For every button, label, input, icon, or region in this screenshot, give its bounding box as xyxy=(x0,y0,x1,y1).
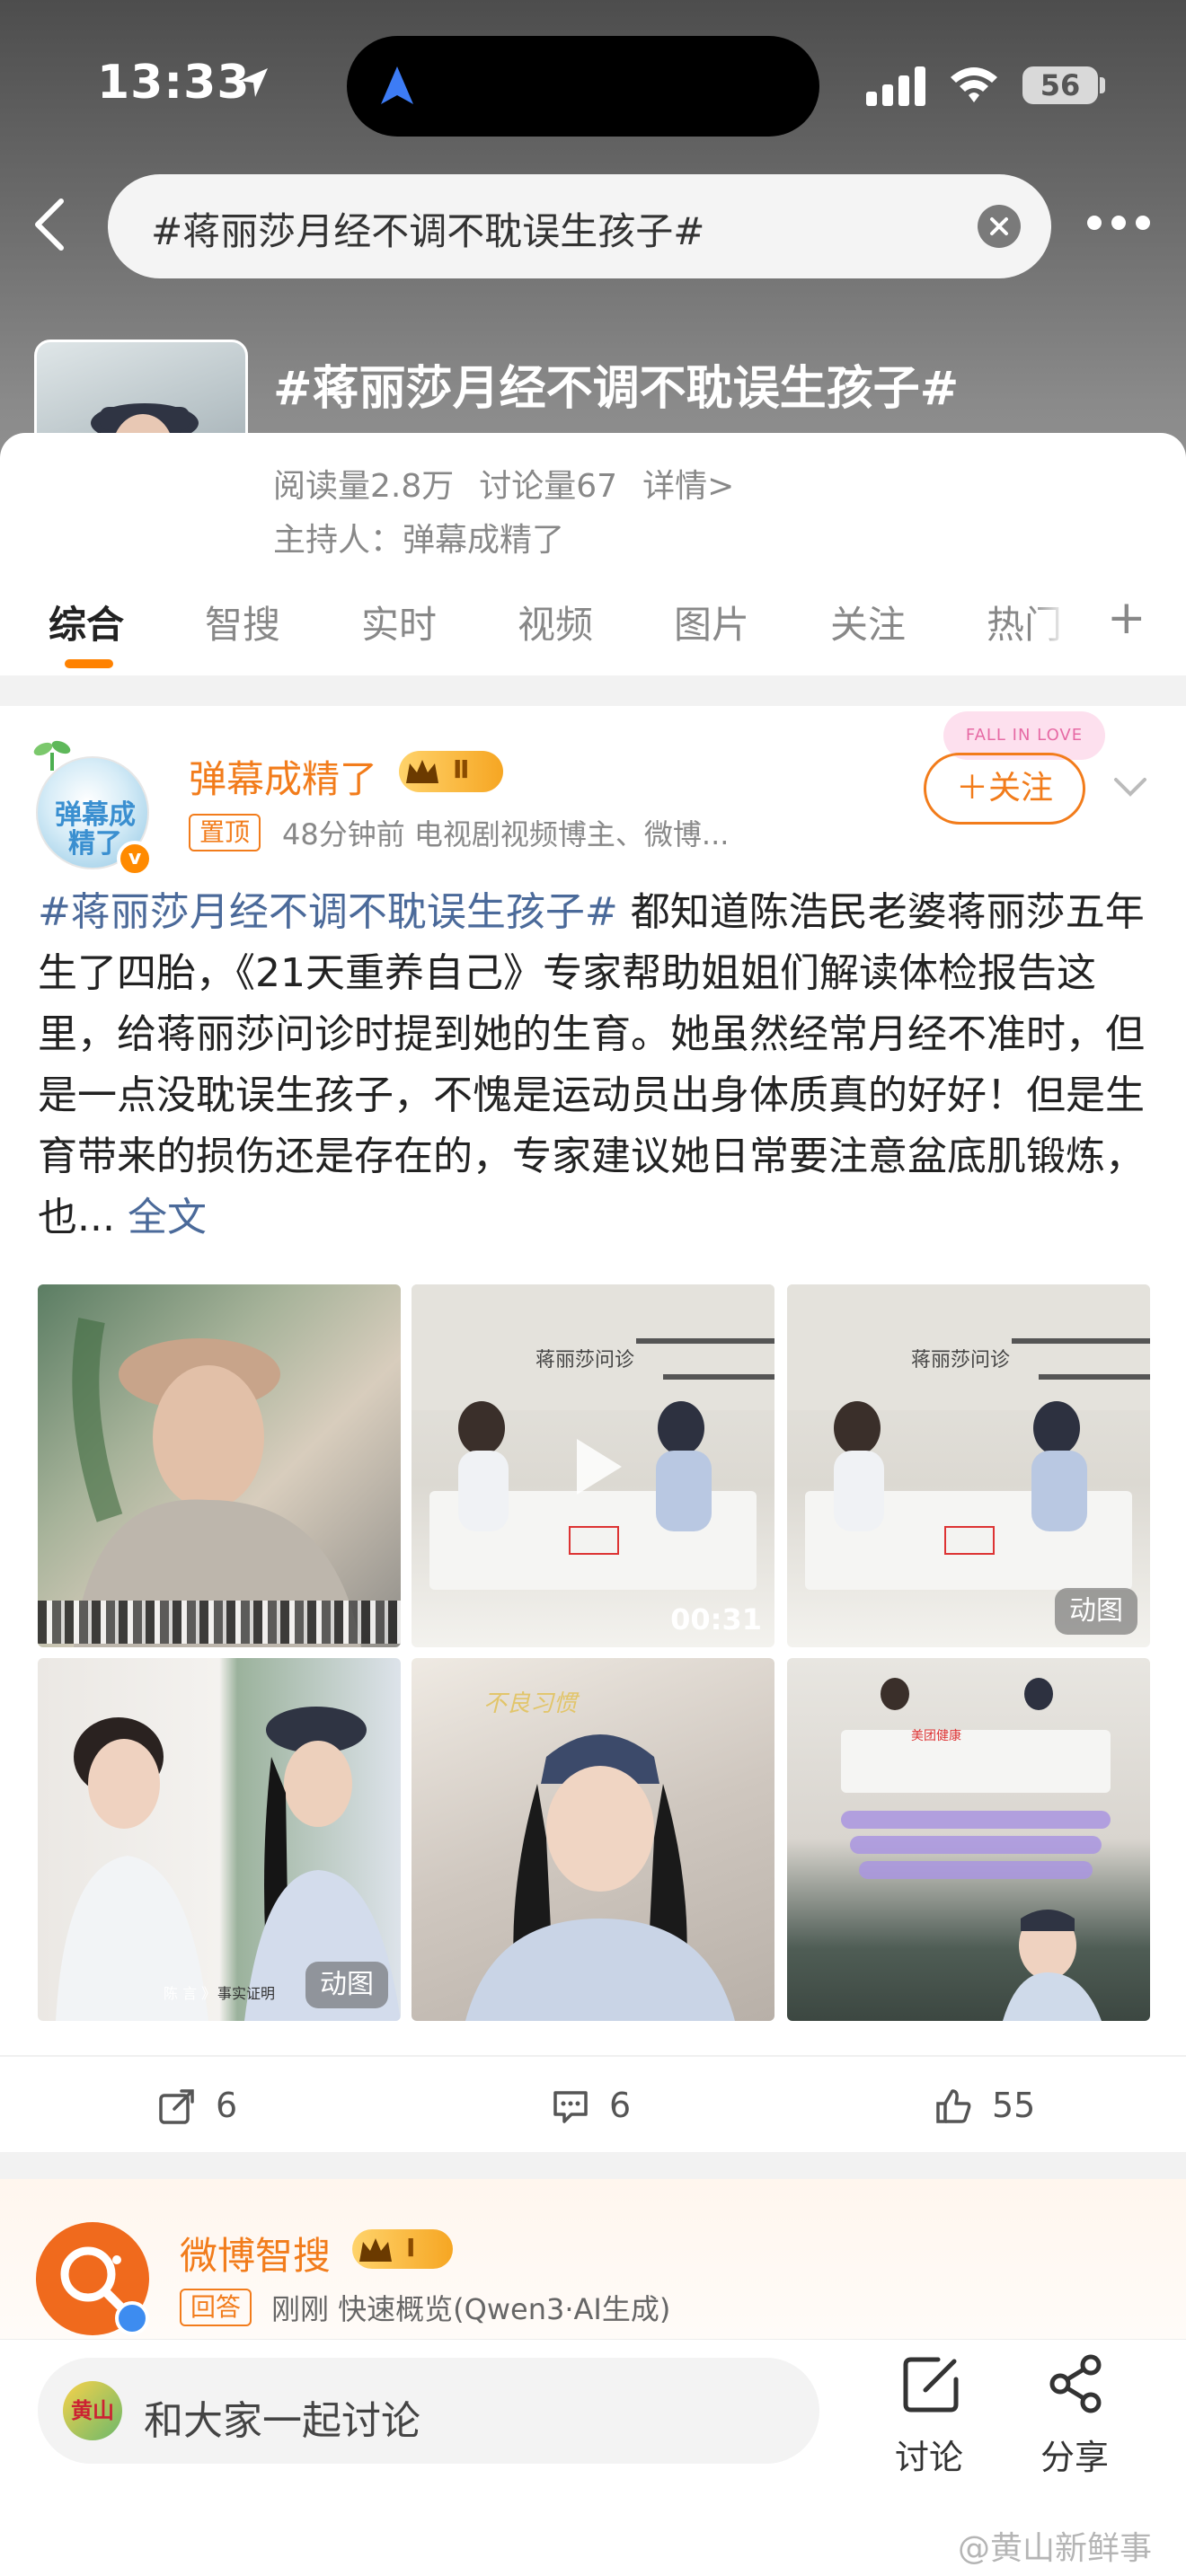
gif-badge: 动图 xyxy=(1055,1588,1137,1635)
repost-icon[interactable] xyxy=(158,2087,196,2125)
smart-search-name[interactable]: 微博智搜 xyxy=(180,2226,331,2280)
edit-icon xyxy=(903,2357,959,2413)
topic-stats: 阅读量2.8万 讨论量67 详情> xyxy=(273,460,759,507)
like-icon[interactable] xyxy=(934,2087,972,2125)
tab-following[interactable]: 关注 xyxy=(830,595,906,649)
gif-badge: 动图 xyxy=(305,1962,388,2008)
tab-bar: 综合 智搜 实时 视频 图片 关注 热门 xyxy=(0,595,1186,675)
tab-realtime[interactable]: 实时 xyxy=(361,595,437,649)
crown-icon xyxy=(406,760,438,783)
tab-video[interactable]: 视频 xyxy=(518,595,593,649)
image-scene xyxy=(465,1734,735,2021)
status-time: 13:33 xyxy=(97,56,251,110)
location-arrow-icon xyxy=(239,68,268,97)
like-count[interactable]: 55 xyxy=(992,2086,1035,2125)
search-input[interactable]: #蒋丽莎月经不调不耽误生孩子# xyxy=(151,201,704,256)
dynamic-island xyxy=(347,36,819,137)
share-icon xyxy=(1049,2354,1102,2413)
clear-search-button[interactable] xyxy=(978,205,1021,248)
topic-host[interactable]: 主持人：弹幕成精了 xyxy=(273,514,564,560)
post-image-4[interactable]: 陈 言 》 事实证明 动图 xyxy=(38,1658,401,2021)
post-meta: 48分钟前 电视剧视频博主、微博... xyxy=(282,817,730,851)
level-text: Ⅰ xyxy=(406,2233,416,2263)
full-text-link[interactable]: 全文 xyxy=(128,1195,207,1240)
post-image-3[interactable]: 蒋丽莎问诊 动图 xyxy=(787,1284,1150,1647)
tab-comprehensive[interactable]: 综合 xyxy=(49,595,124,649)
sprout-icon xyxy=(33,740,71,771)
smart-search-meta: 刚刚 快速概览(Qwen3·AI生成) xyxy=(271,2292,671,2326)
video-sign-text: 蒋丽莎问诊 xyxy=(535,1349,635,1372)
video-duration: 00:31 xyxy=(670,1602,762,1636)
more-dot xyxy=(1136,216,1150,230)
read-count: 阅读量2.8万 xyxy=(273,468,455,505)
post-body-text: 都知道陈浩民老婆蒋丽莎五年生了四胎，《21天重养自己》专家帮助姐姐们解读体检报告… xyxy=(38,889,1145,1240)
repost-count[interactable]: 6 xyxy=(216,2086,237,2125)
crown-icon xyxy=(359,2238,392,2262)
discussion-placeholder: 和大家一起讨论 xyxy=(144,2398,420,2444)
verified-badge-icon xyxy=(115,2301,149,2335)
more-options-button[interactable] xyxy=(1087,216,1150,234)
pinned-tag: 置顶 xyxy=(189,814,261,851)
post-body: #蒋丽莎月经不调不耽误生孩子# 都知道陈浩民老婆蒋丽莎五年生了四胎，《21天重养… xyxy=(38,882,1152,1248)
image-table-sign: 美团健康 xyxy=(911,1729,961,1743)
battery-nub xyxy=(1100,77,1105,93)
comment-count[interactable]: 6 xyxy=(609,2086,631,2125)
add-tab-icon[interactable]: + xyxy=(1107,595,1146,641)
tab-hot[interactable]: 热门 xyxy=(987,595,1067,649)
user-avatar: 黄山 xyxy=(63,2381,122,2440)
post-image-5[interactable]: 不良习惯 xyxy=(412,1658,774,2021)
image-scene xyxy=(841,1678,1111,2021)
topic-info-panel: 阅读量2.8万 讨论量67 详情> 主持人：弹幕成精了 综合 智搜 实时 视频 图片… xyxy=(0,433,1186,675)
post-video[interactable]: 蒋丽莎问诊 00:31 xyxy=(412,1284,774,1647)
image-caption-text: 陈 言 》 xyxy=(164,1985,217,2002)
discussion-input[interactable]: 黄山 和大家一起讨论 xyxy=(38,2358,819,2464)
post-image-1[interactable] xyxy=(38,1284,401,1647)
close-icon xyxy=(990,217,1008,235)
tab-images[interactable]: 图片 xyxy=(674,595,749,649)
more-dot xyxy=(1111,216,1126,230)
caption-strip xyxy=(38,1601,401,1644)
author-name[interactable]: 弹幕成精了 xyxy=(189,749,377,804)
discuss-button[interactable]: 讨论 xyxy=(875,2354,983,2489)
post-actions: 6 6 55 xyxy=(0,2055,1186,2127)
level-text: Ⅱ xyxy=(453,754,470,784)
user-level-badge: Ⅱ xyxy=(399,751,503,792)
back-icon[interactable] xyxy=(27,198,72,251)
discussion-count: 讨论量67 xyxy=(479,468,618,505)
chevron-down-icon[interactable] xyxy=(1112,774,1148,801)
author-avatar[interactable]: 弹幕成精了 v xyxy=(33,740,153,877)
topic-title: #蒋丽莎月经不调不耽误生孩子# xyxy=(273,362,960,416)
watermark: @黄山新鲜事 xyxy=(958,2530,1153,2567)
image-caption-text-2: 事实证明 xyxy=(217,1985,276,2002)
wifi-icon xyxy=(951,67,997,102)
navigation-icon xyxy=(381,66,413,104)
image-sign-text: 蒋丽莎问诊 xyxy=(911,1349,1011,1372)
follow-button[interactable]: ＋关注 xyxy=(924,753,1085,825)
discuss-label: 讨论 xyxy=(894,2438,963,2477)
details-link[interactable]: 详情> xyxy=(642,468,734,505)
image-grid: 蒋丽莎问诊 00:31 蒋丽莎问诊 动图 陈 言 》 事实证明 动图 不良习惯 … xyxy=(38,1284,1150,2021)
post-hashtag[interactable]: #蒋丽莎月经不调不耽误生孩子# xyxy=(38,889,618,935)
battery-indicator: 56 xyxy=(1022,66,1098,104)
user-level-badge: Ⅰ xyxy=(352,2229,453,2269)
search-bar[interactable]: #蒋丽莎月经不调不耽误生孩子# xyxy=(108,174,1051,278)
tab-smart-search[interactable]: 智搜 xyxy=(205,595,280,649)
post-image-6[interactable]: 美团健康 xyxy=(787,1658,1150,2021)
comment-icon[interactable] xyxy=(552,2087,589,2125)
share-button[interactable]: 分享 xyxy=(1021,2354,1128,2489)
image-overlay-text: 不良习惯 xyxy=(483,1690,578,1717)
share-label: 分享 xyxy=(1040,2438,1109,2477)
active-tab-indicator xyxy=(65,659,113,668)
cellular-signal-icon xyxy=(866,66,925,106)
play-icon[interactable] xyxy=(571,1435,625,1498)
verified-badge-icon: v xyxy=(117,841,153,877)
answer-tag: 回答 xyxy=(180,2289,252,2326)
more-dot xyxy=(1087,216,1102,230)
weibo-post: 弹幕成精了 v 弹幕成精了 Ⅱ 置顶 48分钟前 电视剧视频博主、微博... F… xyxy=(0,706,1186,2152)
image-scene xyxy=(72,1318,361,1647)
